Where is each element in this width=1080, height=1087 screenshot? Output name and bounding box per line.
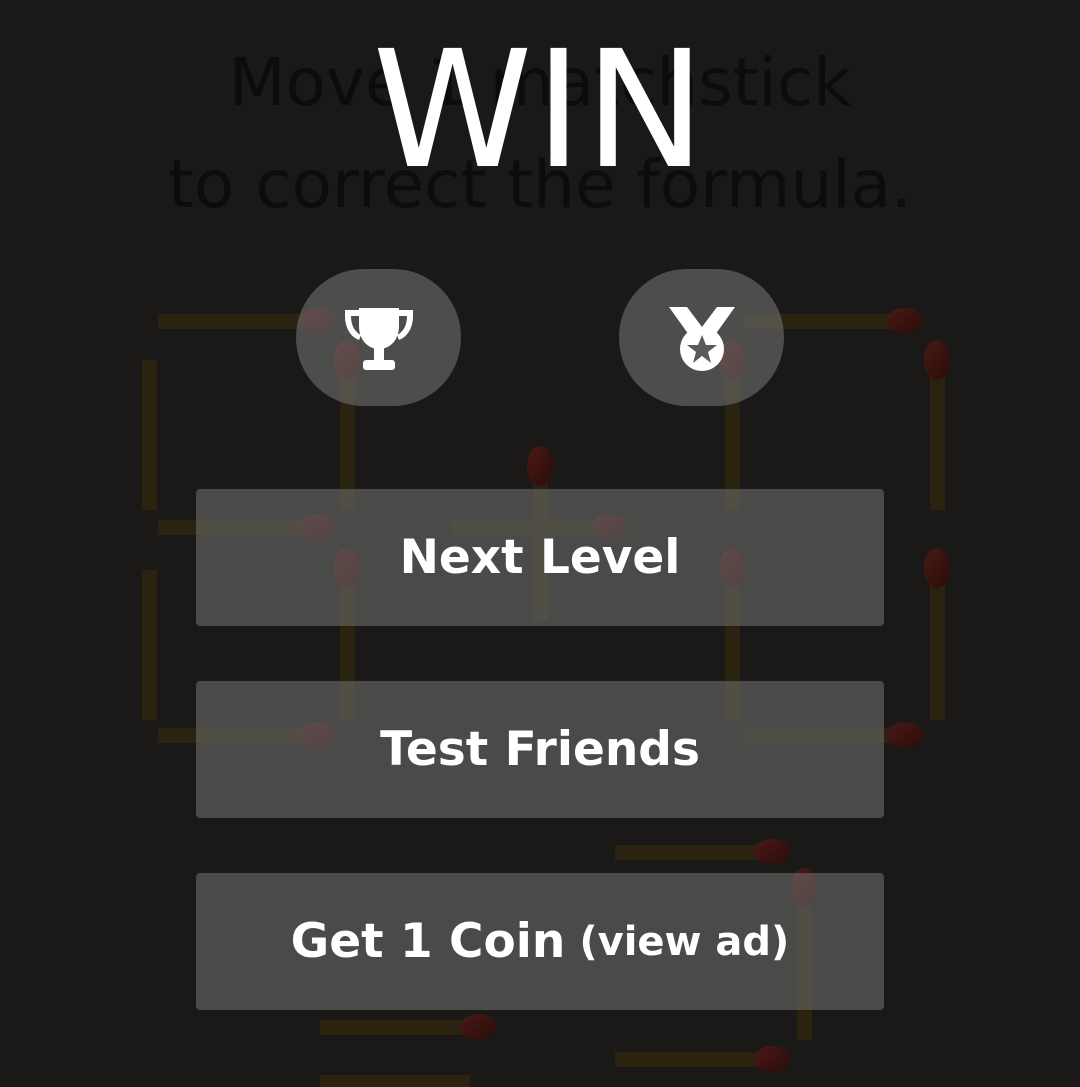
match-head [924, 340, 950, 380]
match-head [754, 839, 790, 865]
matchstick [615, 845, 765, 860]
match-head [527, 446, 553, 486]
achievements-button[interactable] [619, 269, 784, 406]
match-head [887, 722, 923, 748]
next-level-button[interactable]: Next Level [196, 489, 884, 626]
medal-icon [668, 306, 735, 371]
get-coin-button[interactable]: Get 1 Coin (view ad) [196, 873, 884, 1010]
get-coin-label: Get 1 Coin [290, 914, 566, 969]
test-friends-label: Test Friends [380, 722, 700, 777]
matchstick [320, 1020, 470, 1035]
game-screen: Move 1 matchstick to correct the formula… [0, 0, 1080, 1087]
test-friends-button[interactable]: Test Friends [196, 681, 884, 818]
matchstick [158, 314, 308, 329]
matchstick [930, 360, 945, 510]
trophy-icon [344, 307, 413, 370]
matchstick [142, 360, 157, 510]
matchstick [142, 570, 157, 720]
match-head [754, 1046, 790, 1072]
matchstick [320, 1075, 470, 1087]
leaderboard-button[interactable] [296, 269, 461, 406]
match-head [460, 1014, 496, 1040]
next-level-label: Next Level [399, 530, 681, 585]
match-head [924, 548, 950, 588]
matchstick [930, 570, 945, 720]
match-head [887, 308, 923, 334]
win-title: WIN [372, 17, 708, 205]
matchstick [615, 1052, 765, 1067]
view-ad-label: (view ad) [579, 918, 790, 965]
